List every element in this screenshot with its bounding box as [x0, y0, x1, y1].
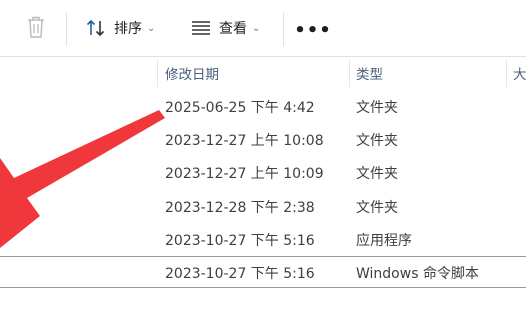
chevron-down-icon: ⌄ [252, 22, 261, 34]
sort-button[interactable]: 排序 ⌄ [86, 14, 155, 42]
column-header-date-modified[interactable]: 修改日期 [165, 63, 219, 83]
type-cell: Windows 命令脚本 [356, 266, 479, 282]
file-row[interactable]: 2023-12-27 上午 10:09 文件夹 [0, 156, 526, 188]
type-cell: 文件夹 [356, 200, 398, 216]
view-icon [192, 21, 210, 35]
date-modified-cell: 2023-12-28 下午 2:38 [165, 200, 315, 216]
view-button[interactable]: 查看 ⌄ [191, 14, 260, 42]
type-cell: 文件夹 [356, 133, 398, 149]
file-row-selected[interactable]: 2023-10-27 下午 5:16 Windows 命令脚本 [0, 256, 526, 288]
column-divider[interactable] [506, 59, 507, 87]
view-label: 查看 [219, 21, 247, 37]
file-row[interactable]: 2025-06-25 下午 4:42 文件夹 [0, 90, 526, 122]
sort-icon [86, 19, 105, 37]
toolbar-separator [66, 12, 67, 46]
column-header-type[interactable]: 类型 [356, 63, 383, 83]
column-divider[interactable] [349, 59, 350, 87]
column-header-size[interactable]: 大 [513, 63, 526, 83]
file-row[interactable]: 2023-10-27 下午 5:16 应用程序 [0, 223, 526, 255]
file-row[interactable]: 2023-12-28 下午 2:38 文件夹 [0, 190, 526, 222]
more-options-button[interactable]: ••• [294, 16, 331, 44]
date-modified-cell: 2023-12-27 上午 10:08 [165, 133, 324, 149]
type-cell: 文件夹 [356, 166, 398, 182]
trash-icon[interactable] [24, 14, 48, 40]
date-modified-cell: 2025-06-25 下午 4:42 [165, 100, 315, 116]
command-bar: 排序 ⌄ 查看 ⌄ ••• [0, 0, 526, 58]
type-cell: 应用程序 [356, 233, 412, 249]
column-divider[interactable] [157, 59, 158, 87]
date-modified-cell: 2023-10-27 下午 5:16 [165, 233, 315, 249]
sort-label: 排序 [114, 21, 142, 37]
toolbar-separator [283, 12, 284, 46]
chevron-down-icon: ⌄ [147, 22, 156, 34]
column-header-row: 修改日期 类型 大 [0, 57, 526, 87]
type-cell: 文件夹 [356, 100, 398, 116]
more-icon: ••• [294, 19, 332, 41]
date-modified-cell: 2023-10-27 下午 5:16 [165, 266, 315, 282]
date-modified-cell: 2023-12-27 上午 10:09 [165, 166, 324, 182]
file-row[interactable]: 2023-12-27 上午 10:08 文件夹 [0, 123, 526, 155]
